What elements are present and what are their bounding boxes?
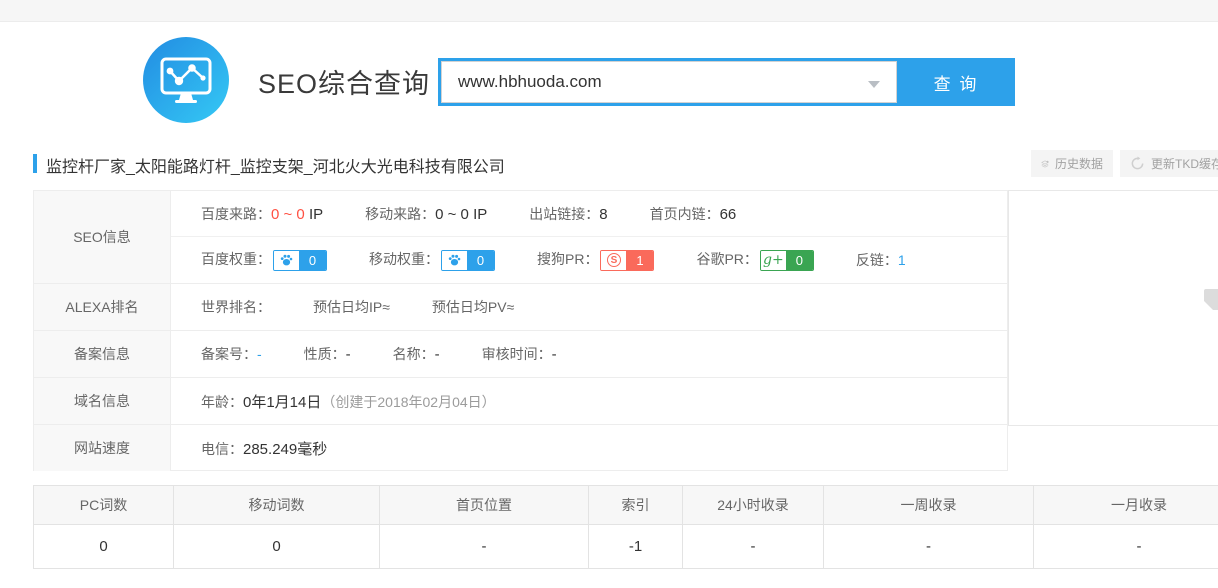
kw-col-home-position: 首页位置 - [380,486,589,568]
seo-info-table: SEO信息 百度来路：0 ~ 0 IP 移动来路：0 ~ 0 IP 出站链接：8… [33,190,1008,471]
domain-row: 域名信息 年龄：0年1月14日（创建于2018年02月04日） [34,378,1007,425]
google-pr[interactable]: 谷歌PR：g+0 [696,249,813,271]
search-input-wrap [441,61,897,103]
refresh-tkd-cache-label: 更新TKD缓存 [1151,155,1218,172]
kw-header: 移动词数 [174,486,379,525]
refresh-icon [1130,156,1145,171]
kw-value: - [380,525,588,568]
backlinks[interactable]: 反链：1 [856,250,906,270]
telecom-speed: 电信：285.249毫秒 [201,438,327,459]
kw-col-pc: PC词数 0 [34,486,174,568]
kw-value: - [683,525,823,568]
page-title: SEO综合查询 [258,62,430,101]
weights-subrow: 百度权重：0 移动权重：0 搜狗PR：S1 谷歌PR：g+0 反链：1 [171,237,1007,283]
kw-value: - [824,525,1033,568]
traffic-subrow: 百度来路：0 ~ 0 IP 移动来路：0 ~ 0 IP 出站链接：8 首页内链：… [171,191,1007,237]
icp-number: 备案号：- [201,344,262,364]
icp-name: 名称：- [393,344,440,364]
seo-info-row: SEO信息 百度来路：0 ~ 0 IP 移动来路：0 ~ 0 IP 出站链接：8… [34,191,1007,284]
layers-icon [1041,157,1049,171]
world-rank: 世界排名： [201,297,271,317]
kw-header: 索引 [589,486,682,525]
baidu-weight[interactable]: 百度权重：0 [201,249,327,271]
est-daily-ip: 预估日均IP≈ [313,297,390,317]
monitor-chart-icon [159,56,213,104]
side-panel [1008,190,1218,426]
icp-nature: 性质：- [304,344,351,364]
result-title-row: 监控杆厂家_太阳能路灯杆_监控支架_河北火大光电科技有限公司 历史数据 更新TK… [0,150,1218,184]
est-daily-pv: 预估日均PV≈ [432,297,514,317]
baidu-paw-icon [274,251,299,270]
kw-header: 24小时收录 [683,486,823,525]
domain-row-label: 域名信息 [34,378,171,424]
kw-value: -1 [589,525,682,568]
kw-col-24h: 24小时收录 - [683,486,824,568]
kw-value: - [1034,525,1218,568]
mobile-traffic: 移动来路：0 ~ 0 IP [365,204,487,224]
homepage-inner-links: 首页内链：66 [650,204,737,224]
keyword-stats-table: PC词数 0 移动词数 0 首页位置 - 索引 -1 24小时收录 - 一周收录… [33,485,1218,569]
alexa-row-label: ALEXA排名 [34,284,171,330]
icp-review-time: 审核时间：- [482,344,557,364]
speed-row: 网站速度 电信：285.249毫秒 [34,425,1007,471]
google-plus-icon: g+ [763,252,784,268]
kw-value: 0 [174,525,379,568]
kw-col-month: 一月收录 - [1034,486,1218,568]
outbound-links: 出站链接：8 [529,204,607,224]
domain-age: 年龄：0年1月14日（创建于2018年02月04日） [201,391,496,412]
seo-tool-logo [143,37,229,123]
kw-header: 首页位置 [380,486,588,525]
sogou-icon: S [607,253,621,267]
kw-header: 一周收录 [824,486,1033,525]
seo-info-row-label: SEO信息 [34,191,171,283]
title-accent-bar [33,154,37,173]
history-data-label: 历史数据 [1055,155,1103,172]
search-bar: 查 询 [438,58,1015,106]
search-input[interactable] [442,62,896,102]
site-title: 监控杆厂家_太阳能路灯杆_监控支架_河北火大光电科技有限公司 [46,153,505,177]
dropdown-caret-icon[interactable] [868,81,880,88]
kw-col-mobile: 移动词数 0 [174,486,380,568]
top-strip [0,0,1218,22]
icp-row: 备案信息 备案号：- 性质：- 名称：- 审核时间：- [34,331,1007,378]
refresh-tkd-cache-button[interactable]: 更新TKD缓存 [1120,150,1218,177]
baidu-traffic: 百度来路：0 ~ 0 IP [201,204,323,224]
kw-col-index: 索引 -1 [589,486,683,568]
kw-header: 一月收录 [1034,486,1218,525]
alexa-row: ALEXA排名 世界排名： 预估日均IP≈ 预估日均PV≈ [34,284,1007,331]
icp-row-label: 备案信息 [34,331,171,377]
kw-header: PC词数 [34,486,173,525]
query-button[interactable]: 查 询 [897,58,1015,106]
sogou-pr[interactable]: 搜狗PR：S1 [537,249,654,271]
speed-row-label: 网站速度 [34,425,171,471]
kw-value: 0 [34,525,173,568]
image-placeholder-icon [1204,289,1218,310]
mobile-weight[interactable]: 移动权重：0 [369,249,495,271]
history-data-button[interactable]: 历史数据 [1031,150,1113,177]
kw-col-week: 一周收录 - [824,486,1034,568]
mobile-paw-icon [442,251,467,270]
